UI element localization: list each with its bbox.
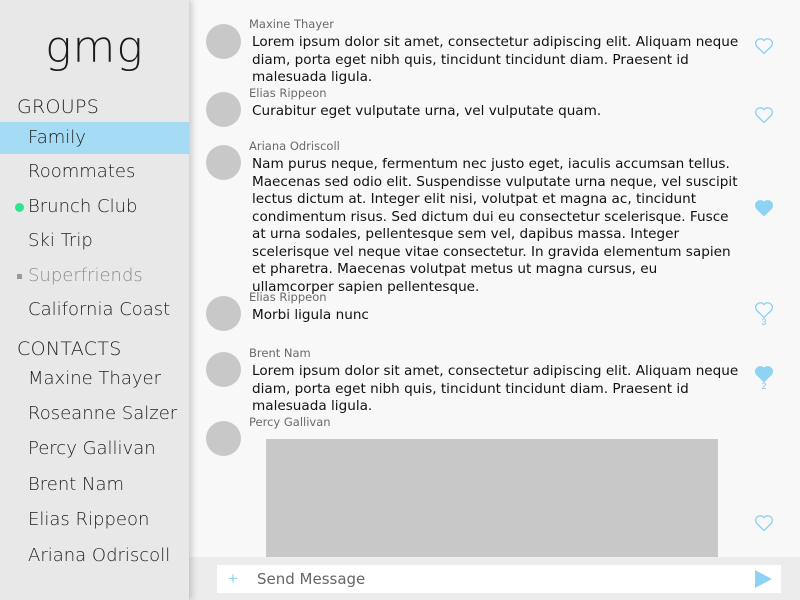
sidebar-item-california-coast[interactable]: California Coast [0, 294, 189, 326]
avatar[interactable] [206, 145, 241, 180]
send-arrow-icon[interactable] [753, 569, 773, 589]
sidebar-item-label: Family [28, 127, 86, 148]
message-text: Morbi ligula nunc [252, 307, 369, 323]
contact-item-label: Roseanne Salzer [28, 403, 178, 424]
sidebar-item-label: Brunch Club [28, 196, 138, 217]
contact-item-label: Ariana Odriscoll [28, 545, 171, 566]
message-sender: Elias Rippeon [249, 86, 327, 100]
message-sender: Ariana Odriscoll [249, 139, 340, 153]
avatar[interactable] [206, 296, 241, 331]
contacts-section-title: CONTACTS [17, 338, 122, 360]
message-text: Nam purus neque, fermentum nec justo ege… [252, 156, 738, 295]
plus-icon[interactable]: + [227, 568, 239, 590]
contact-item-ariana-odriscoll[interactable]: Ariana Odriscoll [0, 540, 189, 572]
image-attachment[interactable] [266, 439, 718, 557]
contact-item-label: Percy Gallivan [28, 438, 156, 459]
message-sender: Percy Gallivan [249, 415, 331, 429]
sidebar-item-superfriends[interactable]: Superfriends [0, 260, 189, 292]
muted-square-icon [17, 274, 22, 279]
contact-item-brent-nam[interactable]: Brent Nam [0, 469, 189, 501]
like-count: 2 [761, 381, 767, 391]
online-status-dot-icon [15, 203, 24, 212]
heart-outline-icon[interactable] [754, 37, 774, 55]
contact-item-maxine-thayer[interactable]: Maxine Thayer [0, 363, 189, 395]
contact-item-label: Elias Rippeon [28, 509, 150, 530]
contact-item-label: Maxine Thayer [28, 368, 161, 389]
sidebar-item-label: California Coast [28, 299, 171, 320]
message-sender: Brent Nam [249, 346, 311, 360]
message-sender: Elias Rippeon [249, 290, 327, 304]
heart-outline-icon[interactable] [754, 106, 774, 124]
message-text: Curabitur eget vulputate urna, vel vulpu… [252, 103, 602, 119]
sidebar: gmg GROUPS Family Roommates Brunch Club … [0, 0, 189, 600]
contact-item-elias-rippeon[interactable]: Elias Rippeon [0, 504, 189, 536]
avatar[interactable] [206, 352, 241, 387]
groups-section-title: GROUPS [17, 96, 100, 118]
sidebar-item-label: Superfriends [28, 265, 143, 286]
message-sender: Maxine Thayer [249, 17, 334, 31]
sidebar-item-roommates[interactable]: Roommates [0, 156, 189, 188]
contact-item-percy-gallivan[interactable]: Percy Gallivan [0, 433, 189, 465]
message-text: Lorem ipsum dolor sit amet, consectetur … [252, 34, 739, 85]
like-count: 3 [761, 317, 767, 327]
sidebar-item-family[interactable]: Family [0, 122, 189, 154]
sidebar-item-label: Ski Trip [28, 230, 93, 251]
contact-item-label: Brent Nam [28, 474, 125, 495]
app-logo: gmg [45, 22, 144, 73]
message-list: Maxine Thayer Lorem ipsum dolor sit amet… [189, 0, 800, 600]
heart-filled-icon[interactable] [754, 199, 774, 217]
heart-outline-icon[interactable] [754, 514, 774, 532]
avatar[interactable] [206, 421, 241, 456]
message-text: Lorem ipsum dolor sit amet, consectetur … [252, 363, 739, 414]
avatar[interactable] [206, 24, 241, 59]
sidebar-item-label: Roommates [28, 161, 136, 182]
avatar[interactable] [206, 92, 241, 127]
send-message-input[interactable] [257, 565, 737, 593]
sidebar-item-ski-trip[interactable]: Ski Trip [0, 225, 189, 257]
contact-item-roseanne-salzer[interactable]: Roseanne Salzer [0, 398, 189, 430]
sidebar-item-brunch-club[interactable]: Brunch Club [0, 191, 189, 223]
